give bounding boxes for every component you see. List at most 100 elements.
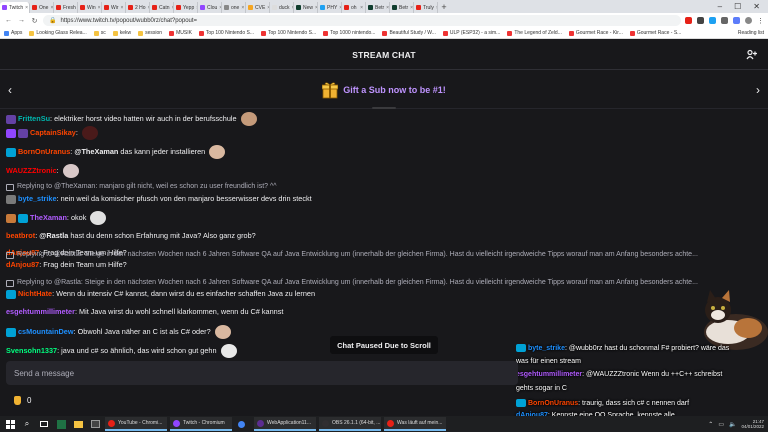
- chat-username[interactable]: BornOnUranus: [18, 147, 70, 157]
- chat-username[interactable]: csMountainDew: [18, 327, 74, 337]
- browser-tab[interactable]: One ×: [30, 2, 54, 13]
- menu-icon[interactable]: ⋮: [757, 17, 764, 25]
- chat-badge-icon[interactable]: [18, 128, 28, 138]
- file-explorer-icon[interactable]: [71, 417, 85, 431]
- chat-paused-button[interactable]: Chat Paused Due to Scroll: [330, 336, 438, 354]
- chat-message[interactable]: byte_strike: nein weil da komischer pfus…: [6, 194, 762, 204]
- chat-emote-icon[interactable]: [209, 145, 226, 159]
- chat-username[interactable]: beatbrot: [6, 231, 35, 241]
- bookmark-item[interactable]: session: [138, 30, 162, 36]
- bookmark-item[interactable]: kekw: [112, 30, 131, 36]
- browser-tab[interactable]: Truly×: [414, 2, 438, 13]
- browser-tab[interactable]: Catn×: [150, 2, 174, 13]
- chat-message[interactable]: dAnjou87: Frag dein Team um Hilfe?: [6, 260, 762, 270]
- bookmark-item[interactable]: Top 100 Nintendo S...: [198, 30, 254, 36]
- chat-badge-icon[interactable]: [6, 114, 16, 124]
- taskbar-app[interactable]: YouTube - Chromi...: [105, 417, 167, 431]
- extension-icon[interactable]: [709, 17, 716, 24]
- close-window-button[interactable]: ✕: [753, 2, 760, 11]
- windows-start-icon[interactable]: [3, 417, 17, 431]
- bookmark-item[interactable]: Top 100 Nintendo S...: [261, 30, 316, 36]
- chat-username[interactable]: NichtHate: [18, 289, 52, 299]
- chevron-right-icon[interactable]: ›: [752, 83, 764, 97]
- bookmark-item[interactable]: sc: [93, 30, 106, 36]
- tab-close-icon[interactable]: ×: [25, 5, 28, 11]
- browser-tab[interactable]: New ×: [294, 2, 318, 13]
- chat-username[interactable]: Svensohn1337: [6, 346, 57, 356]
- network-icon[interactable]: ▭: [718, 421, 724, 428]
- taskbar-app[interactable]: Was läuft auf mein...: [384, 417, 446, 431]
- bookmark-item[interactable]: MUSIK: [169, 30, 192, 36]
- drag-handle[interactable]: [372, 107, 396, 109]
- bookmark-item[interactable]: Beautiful Study / W...: [382, 30, 436, 36]
- chat-emote-icon[interactable]: [220, 344, 237, 358]
- chat-message[interactable]: esgehtummillimeter: Mit Java wirst du wo…: [6, 307, 762, 317]
- chat-badge-icon[interactable]: [18, 213, 28, 223]
- bookmark-item[interactable]: The Legend of Zeld...: [507, 30, 562, 36]
- browser-tab[interactable]: oh ×: [342, 2, 366, 13]
- back-icon[interactable]: ←: [4, 17, 13, 24]
- browser-tab[interactable]: Betr ×: [366, 2, 390, 13]
- excel-icon[interactable]: [54, 417, 68, 431]
- volume-icon[interactable]: 🔈: [729, 421, 736, 428]
- chat-message[interactable]: BornOnUranus: @TheXaman das kann jeder i…: [6, 145, 762, 159]
- chat-messages[interactable]: FrittenSu: elektriker horst video hatten…: [0, 110, 768, 358]
- community-users-icon[interactable]: [746, 49, 758, 61]
- chat-emote-icon[interactable]: [214, 325, 231, 339]
- browser-tab[interactable]: Fresh×: [54, 2, 78, 13]
- bookmark-item[interactable]: ULP (ESP32) - a sim...: [442, 30, 500, 36]
- browser-tab[interactable]: duck×: [270, 2, 294, 13]
- bookmark-item[interactable]: Top 1000 nintendo...: [323, 30, 375, 36]
- chevron-left-icon[interactable]: ‹: [4, 83, 16, 97]
- chat-message[interactable]: NichtHate: Wenn du intensiv C# kannst, d…: [6, 289, 762, 299]
- chat-badge-icon[interactable]: [6, 327, 16, 337]
- chat-message[interactable]: CaptainSikay:: [6, 126, 762, 140]
- minimize-button[interactable]: –: [718, 2, 722, 11]
- chat-username[interactable]: WAUZZZtronic: [6, 166, 57, 176]
- bookmark-item[interactable]: Looking Glass Relea...: [29, 30, 87, 36]
- search-icon[interactable]: ⌕: [20, 417, 34, 431]
- taskbar-app[interactable]: [235, 417, 251, 431]
- browser-tab[interactable]: PHY ×: [318, 2, 342, 13]
- chat-badge-icon[interactable]: [6, 289, 16, 299]
- extension-icon[interactable]: [697, 17, 704, 24]
- chat-emote-icon[interactable]: [62, 164, 79, 178]
- chat-message[interactable]: beatbrot: @Rastla hast du denn schon Erf…: [6, 231, 762, 241]
- profile-icon[interactable]: [745, 17, 752, 24]
- tab-close-icon[interactable]: ×: [98, 5, 101, 11]
- bookmark-item[interactable]: Gourmet Race - Kir...: [568, 30, 623, 36]
- reload-icon[interactable]: ↻: [30, 17, 39, 25]
- browser-tab[interactable]: Wir ×: [102, 2, 126, 13]
- extension-icon[interactable]: [733, 17, 740, 24]
- browser-tab[interactable]: CVE ×: [246, 2, 270, 13]
- tab-close-icon[interactable]: ×: [50, 5, 53, 11]
- chat-input[interactable]: Send a message: [6, 361, 518, 385]
- chat-mention[interactable]: @TheXaman: [74, 147, 118, 157]
- browser-tab[interactable]: Win ×: [78, 2, 102, 13]
- bookmark-item[interactable]: Apps: [4, 30, 22, 36]
- taskbar-app[interactable]: WebApplication11...: [254, 417, 316, 431]
- chat-message[interactable]: WAUZZZtronic:: [6, 164, 762, 178]
- chat-username[interactable]: byte_strike: [18, 194, 57, 204]
- chat-mention[interactable]: @Rastla: [39, 231, 68, 241]
- tab-close-icon[interactable]: ×: [121, 5, 124, 11]
- chat-message[interactable]: TheXaman: okok: [6, 211, 762, 225]
- chat-badge-icon[interactable]: [6, 213, 16, 223]
- chat-username[interactable]: TheXaman: [30, 213, 67, 223]
- tab-close-icon[interactable]: ×: [360, 5, 363, 11]
- browser-tab[interactable]: Clou ×: [198, 2, 222, 13]
- chat-badge-icon[interactable]: [6, 194, 16, 204]
- browser-tab[interactable]: Betr ×: [390, 2, 414, 13]
- task-view-icon[interactable]: [37, 417, 51, 431]
- reading-list[interactable]: Reading list: [738, 30, 764, 36]
- maximize-button[interactable]: ☐: [734, 2, 741, 11]
- windows-terminal-icon[interactable]: [88, 417, 102, 431]
- chat-emote-icon[interactable]: [81, 126, 98, 140]
- chat-emote-icon[interactable]: [90, 211, 107, 225]
- clock[interactable]: 21:47 04/01/2022: [741, 419, 764, 429]
- chat-username[interactable]: CaptainSikay: [30, 128, 76, 138]
- taskbar-app[interactable]: Twitch - Chromium: [170, 417, 232, 431]
- channel-points[interactable]: 0: [14, 396, 31, 405]
- url-input[interactable]: 🔒 https://www.twitch.tv/popout/wubb0rz/c…: [43, 15, 681, 26]
- chat-username[interactable]: FrittenSu: [18, 114, 50, 124]
